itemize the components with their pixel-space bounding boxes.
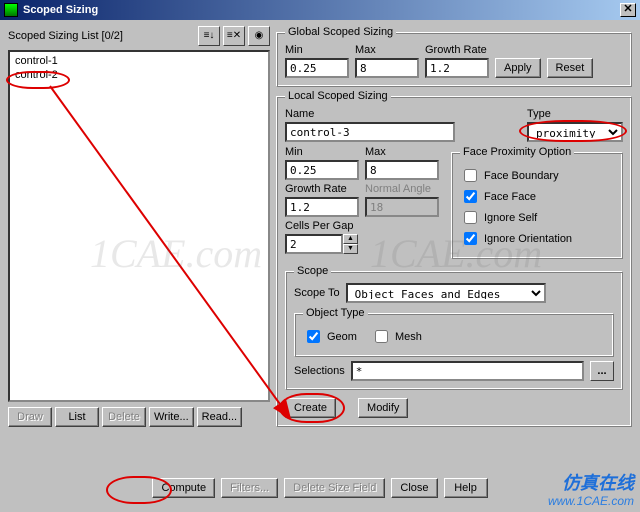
type-label: Type xyxy=(527,108,623,120)
scope-to-select[interactable]: Object Faces and Edges xyxy=(346,283,546,303)
local-legend: Local Scoped Sizing xyxy=(285,90,391,102)
delete-button[interactable]: Delete xyxy=(102,407,146,427)
global-max-label: Max xyxy=(355,44,419,56)
modify-button[interactable]: Modify xyxy=(358,398,408,418)
cpg-label: Cells Per Gap xyxy=(285,220,439,232)
local-max-label: Max xyxy=(365,146,439,158)
global-sizing-group: Global Scoped Sizing Min Max Growth Rate… xyxy=(276,26,632,87)
draw-button[interactable]: Draw xyxy=(8,407,52,427)
normal-angle-label: Normal Angle xyxy=(365,183,439,195)
local-max-input[interactable] xyxy=(365,160,439,180)
face-proximity-group: Face Proximity Option Face Boundary Face… xyxy=(451,146,623,259)
spinner-up-icon[interactable]: ▲ xyxy=(343,234,358,244)
selections-input[interactable] xyxy=(351,361,584,381)
name-label: Name xyxy=(285,108,521,120)
close-button[interactable]: Close xyxy=(391,478,437,498)
scope-legend: Scope xyxy=(294,265,331,277)
cpg-input[interactable] xyxy=(285,234,343,254)
read-button[interactable]: Read... xyxy=(197,407,242,427)
global-max-input[interactable] xyxy=(355,58,419,78)
clear-filter-icon[interactable]: ≡✕ xyxy=(223,26,245,46)
scope-to-label: Scope To xyxy=(294,287,340,299)
face-boundary-checkbox[interactable]: Face Boundary xyxy=(460,166,614,185)
scope-group: Scope Scope To Object Faces and Edges Ob… xyxy=(285,265,623,390)
local-min-input[interactable] xyxy=(285,160,359,180)
global-legend: Global Scoped Sizing xyxy=(285,26,396,38)
global-min-input[interactable] xyxy=(285,58,349,78)
compute-button[interactable]: Compute xyxy=(152,478,215,498)
help-button[interactable]: Help xyxy=(444,478,488,498)
normal-angle-input xyxy=(365,197,439,217)
close-icon[interactable]: ✕ xyxy=(620,3,636,17)
title-bar: Scoped Sizing ✕ xyxy=(0,0,640,20)
app-icon xyxy=(4,3,18,17)
selections-label: Selections xyxy=(294,365,345,377)
object-type-legend: Object Type xyxy=(303,307,368,319)
apply-button[interactable]: Apply xyxy=(495,58,541,78)
global-gr-input[interactable] xyxy=(425,58,489,78)
fpo-legend: Face Proximity Option xyxy=(460,146,574,158)
local-gr-label: Growth Rate xyxy=(285,183,359,195)
sizing-listbox[interactable]: control-1 control-2 xyxy=(8,50,270,402)
local-gr-input[interactable] xyxy=(285,197,359,217)
filters-button[interactable]: Filters... xyxy=(221,478,278,498)
create-button[interactable]: Create xyxy=(285,398,336,418)
list-title: Scoped Sizing List [0/2] xyxy=(8,30,195,42)
type-select[interactable]: proximity xyxy=(527,122,623,142)
global-gr-label: Growth Rate xyxy=(425,44,489,56)
ignore-orientation-checkbox[interactable]: Ignore Orientation xyxy=(460,229,614,248)
list-item[interactable]: control-1 xyxy=(13,54,265,68)
reset-button[interactable]: Reset xyxy=(547,58,594,78)
geom-checkbox[interactable]: Geom xyxy=(303,327,357,346)
list-button[interactable]: List xyxy=(55,407,99,427)
filter-icon[interactable]: ≡↓ xyxy=(198,26,220,46)
mesh-checkbox[interactable]: Mesh xyxy=(371,327,422,346)
browse-selections-button[interactable]: ... xyxy=(590,361,614,381)
target-icon[interactable]: ◉ xyxy=(248,26,270,46)
window-title: Scoped Sizing xyxy=(23,4,98,16)
name-input[interactable] xyxy=(285,122,455,142)
local-min-label: Min xyxy=(285,146,359,158)
write-button[interactable]: Write... xyxy=(149,407,194,427)
object-type-group: Object Type Geom Mesh xyxy=(294,307,614,357)
cpg-spinner[interactable]: ▲▼ xyxy=(285,234,439,254)
face-face-checkbox[interactable]: Face Face xyxy=(460,187,614,206)
ignore-self-checkbox[interactable]: Ignore Self xyxy=(460,208,614,227)
spinner-down-icon[interactable]: ▼ xyxy=(343,244,358,254)
local-sizing-group: Local Scoped Sizing Name Type proximity … xyxy=(276,90,632,427)
list-item[interactable]: control-2 xyxy=(13,68,265,82)
global-min-label: Min xyxy=(285,44,349,56)
delete-size-field-button[interactable]: Delete Size Field xyxy=(284,478,385,498)
